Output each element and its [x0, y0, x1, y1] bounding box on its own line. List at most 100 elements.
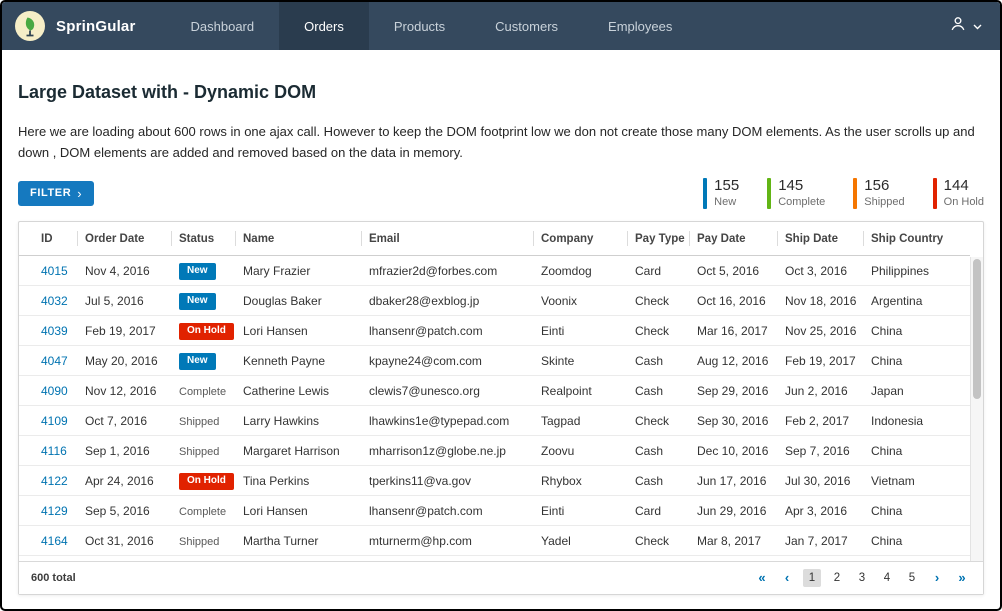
- cell-id: 4032: [19, 286, 77, 316]
- brand[interactable]: SprinGular: [2, 2, 166, 50]
- cell-ship-country: Argentina: [863, 286, 970, 316]
- cell-status: On Hold: [171, 316, 235, 346]
- cell-status: Complete: [171, 376, 235, 406]
- cell-pay-date: Mar 8, 2017: [689, 526, 777, 556]
- orders-table: IDOrder DateStatusNameEmailCompanyPay Ty…: [19, 222, 970, 556]
- page-button-4[interactable]: 4: [878, 569, 896, 587]
- cell-ship-country: China: [863, 526, 970, 556]
- cell-company: Zoovu: [533, 436, 627, 466]
- cell-name: Tina Perkins: [235, 466, 361, 496]
- column-header-ship-date[interactable]: Ship Date: [777, 222, 863, 256]
- order-id-link[interactable]: 4039: [41, 324, 68, 338]
- column-header-pay-date[interactable]: Pay Date: [689, 222, 777, 256]
- stat-label: Complete: [778, 196, 825, 208]
- cell-pay-type: Check: [627, 526, 689, 556]
- app-window: SprinGular DashboardOrdersProductsCustom…: [0, 0, 1002, 611]
- order-id-link[interactable]: 4164: [41, 534, 68, 548]
- cell-ship-date: Oct 3, 2016: [777, 256, 863, 286]
- cell-ship-date: Apr 3, 2016: [777, 496, 863, 526]
- column-header-status[interactable]: Status: [171, 222, 235, 256]
- cell-order-date: Feb 19, 2017: [77, 316, 171, 346]
- column-header-name[interactable]: Name: [235, 222, 361, 256]
- cell-order-date: Apr 24, 2016: [77, 466, 171, 496]
- cell-status: On Hold: [171, 466, 235, 496]
- page-button-5[interactable]: 5: [903, 569, 921, 587]
- cell-pay-date: Sep 30, 2016: [689, 406, 777, 436]
- order-id-link[interactable]: 4116: [41, 444, 67, 458]
- cell-order-date: Oct 31, 2016: [77, 526, 171, 556]
- cell-order-date: Sep 5, 2016: [77, 496, 171, 526]
- cell-ship-country: China: [863, 496, 970, 526]
- column-header-email[interactable]: Email: [361, 222, 533, 256]
- page-button-3[interactable]: 3: [853, 569, 871, 587]
- cell-email: lhansenr@patch.com: [361, 316, 533, 346]
- cell-email: lhansenr@patch.com: [361, 496, 533, 526]
- cell-name: Douglas Baker: [235, 286, 361, 316]
- order-id-link[interactable]: 4129: [41, 504, 68, 518]
- cell-email: kpayne24@com.com: [361, 346, 533, 376]
- nav-item-products[interactable]: Products: [369, 2, 470, 50]
- cell-company: Rhybox: [533, 466, 627, 496]
- cell-pay-type: Check: [627, 286, 689, 316]
- orders-table-body: 4015Nov 4, 2016NewMary Fraziermfrazier2d…: [19, 256, 970, 556]
- cell-pay-type: Cash: [627, 466, 689, 496]
- cell-email: tperkins11@va.gov: [361, 466, 533, 496]
- nav-item-customers[interactable]: Customers: [470, 2, 583, 50]
- stats: 155New145Complete156Shipped144On Hold: [703, 178, 984, 209]
- cell-ship-country: Indonesia: [863, 406, 970, 436]
- column-header-company[interactable]: Company: [533, 222, 627, 256]
- cell-pay-date: Dec 10, 2016: [689, 436, 777, 466]
- column-header-ship-country[interactable]: Ship Country: [863, 222, 970, 256]
- filter-button[interactable]: FILTER ›: [18, 181, 94, 206]
- cell-pay-type: Check: [627, 406, 689, 436]
- vertical-scrollbar[interactable]: [970, 257, 983, 561]
- status-badge: On Hold: [179, 323, 234, 340]
- cell-ship-date: Nov 25, 2016: [777, 316, 863, 346]
- first-page-button[interactable]: «: [753, 569, 771, 587]
- prev-page-button[interactable]: ‹: [778, 569, 796, 587]
- cell-pay-type: Cash: [627, 376, 689, 406]
- nav-item-orders[interactable]: Orders: [279, 2, 369, 50]
- orders-table-card: IDOrder DateStatusNameEmailCompanyPay Ty…: [18, 221, 984, 595]
- user-menu[interactable]: [930, 2, 1000, 50]
- stat-label: New: [714, 196, 739, 208]
- toolbar: FILTER › 155New145Complete156Shipped144O…: [18, 178, 984, 209]
- cell-id: 4039: [19, 316, 77, 346]
- next-page-button[interactable]: ›: [928, 569, 946, 587]
- order-id-link[interactable]: 4090: [41, 384, 68, 398]
- cell-company: Einti: [533, 496, 627, 526]
- cell-status: New: [171, 256, 235, 286]
- cell-order-date: May 20, 2016: [77, 346, 171, 376]
- status-badge: New: [179, 293, 216, 310]
- main-content: Large Dataset with - Dynamic DOM Here we…: [2, 82, 1000, 595]
- cell-name: Mary Frazier: [235, 256, 361, 286]
- column-header-id[interactable]: ID: [19, 222, 77, 256]
- table-row: 4109Oct 7, 2016ShippedLarry Hawkinslhawk…: [19, 406, 970, 436]
- cell-id: 4109: [19, 406, 77, 436]
- cell-status: Shipped: [171, 406, 235, 436]
- cell-id: 4122: [19, 466, 77, 496]
- cell-name: Kenneth Payne: [235, 346, 361, 376]
- order-id-link[interactable]: 4032: [41, 294, 68, 308]
- stat-label: Shipped: [864, 196, 904, 208]
- last-page-button[interactable]: »: [953, 569, 971, 587]
- page-button-1[interactable]: 1: [803, 569, 821, 587]
- column-header-order-date[interactable]: Order Date: [77, 222, 171, 256]
- column-header-pay-type[interactable]: Pay Type: [627, 222, 689, 256]
- table-footer: 600 total « ‹ 12345 › »: [19, 561, 983, 594]
- stat-value: 156: [864, 178, 904, 195]
- order-id-link[interactable]: 4047: [41, 354, 68, 368]
- cell-company: Einti: [533, 316, 627, 346]
- scrollbar-thumb[interactable]: [973, 259, 981, 399]
- order-id-link[interactable]: 4122: [41, 474, 68, 488]
- page-button-2[interactable]: 2: [828, 569, 846, 587]
- order-id-link[interactable]: 4015: [41, 264, 68, 278]
- cell-pay-type: Cash: [627, 436, 689, 466]
- table-row: 4122 Apr 24, 2016On HoldTina Perkinstperk…: [19, 466, 970, 496]
- total-count: 600 total: [31, 572, 76, 584]
- nav-item-employees[interactable]: Employees: [583, 2, 697, 50]
- page-title: Large Dataset with - Dynamic DOM: [18, 82, 984, 103]
- order-id-link[interactable]: 4109: [41, 414, 68, 428]
- table-row: 4116Sep 1, 2016ShippedMargaret Harrisonm…: [19, 436, 970, 466]
- nav-item-dashboard[interactable]: Dashboard: [166, 2, 280, 50]
